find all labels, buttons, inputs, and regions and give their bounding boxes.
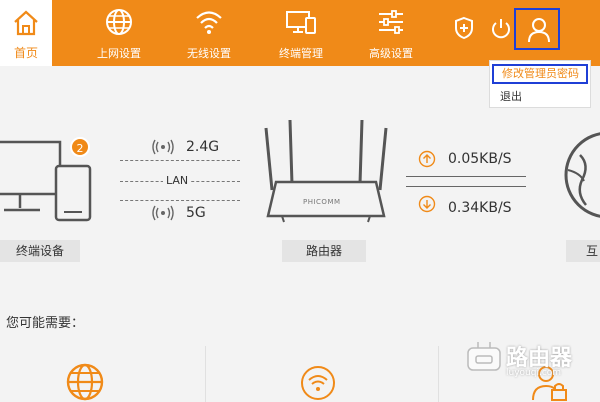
user-dropdown-menu: 修改管理员密码 退出 [489,60,591,108]
download-arrow-icon [418,195,436,213]
signal-icon-24g [152,139,174,155]
nav-wireless-settings[interactable]: 无线设置 [170,0,248,66]
nav-device-label: 终端管理 [279,47,323,60]
upload-arrow-icon [418,150,436,168]
internet-label: 互 [566,240,600,262]
hint-text: 您可能需要： [6,316,85,331]
speed-line-top [406,176,526,177]
band-24g-label: 2.4G [186,139,220,155]
band-5g-label: 5G [186,205,206,221]
shield-plus-icon [455,16,473,40]
lan-label: LAN [163,174,192,187]
wifi-setup-icon[interactable] [300,364,336,402]
nav-advanced-label: 高级设置 [369,47,413,60]
nav-device-management[interactable]: 终端管理 [262,0,340,66]
band-24g-line [120,160,240,161]
power-icon [492,19,510,39]
divider-1 [205,346,206,402]
device-count-badge: 2 [70,137,90,157]
user-icon [528,18,550,43]
logout-item[interactable]: 退出 [490,87,522,107]
divider-2 [438,346,439,402]
wifi-icon [196,11,222,34]
devices-label: 终端设备 [0,240,80,262]
devices-icon [286,11,316,34]
signal-icon-5g [152,205,174,221]
nav-internet-label: 上网设置 [97,47,141,60]
nav-home-label: 首页 [13,46,38,60]
router-brand-label: PHICOMM [303,198,341,206]
speed-line-bottom [406,186,526,187]
router-label: 路由器 [282,240,366,262]
internet-globe-icon [564,132,600,218]
globe-icon [106,9,132,35]
internet-setup-globe-icon[interactable] [66,362,104,402]
watermark-router-icon [467,342,501,371]
nav-internet-settings[interactable]: 上网设置 [80,0,158,66]
nav-advanced-settings[interactable]: 高级设置 [352,0,430,66]
band-5g-line [120,200,240,201]
change-admin-password-item[interactable]: 修改管理员密码 [492,64,588,84]
router-illustration [264,119,388,223]
nav-wireless-label: 无线设置 [187,47,231,60]
nav-home[interactable]: 首页 [0,0,52,66]
home-icon [14,10,38,36]
security-button[interactable] [453,16,481,44]
sliders-icon [379,10,403,34]
upload-speed: 0.05KB/S [448,151,512,167]
download-speed: 0.34KB/S [448,200,512,216]
watermark-subtitle: luyouqi.com [506,368,562,378]
top-nav: 首页 上网设置 无线设置 终端管理 高级设置 [0,0,600,66]
user-account-button[interactable] [514,8,560,50]
